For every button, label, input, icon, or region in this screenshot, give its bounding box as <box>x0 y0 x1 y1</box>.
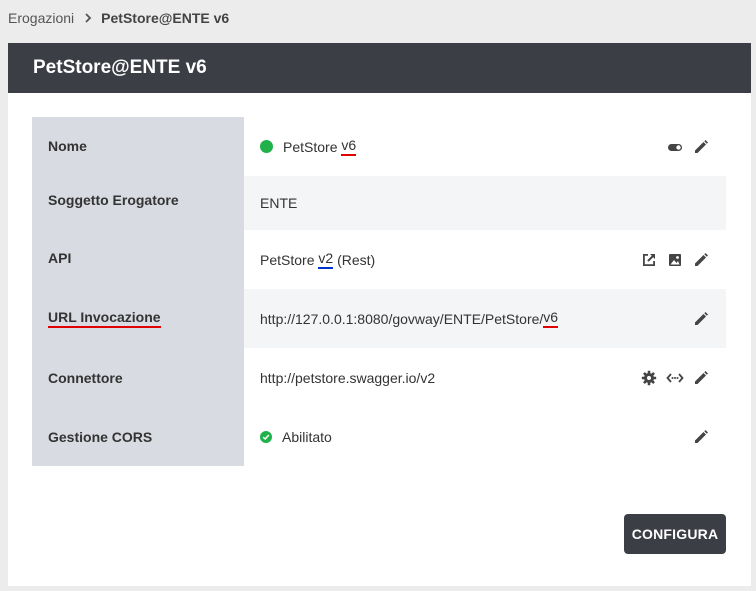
label-url: URL Invocazione <box>32 289 244 348</box>
toggle-icon[interactable] <box>666 138 684 156</box>
service-name: PetStore <box>283 138 338 155</box>
breadcrumb-current: PetStore@ENTE v6 <box>101 10 230 26</box>
chevron-right-icon <box>84 13 92 23</box>
details-table: Nome PetStore v6 Soggetto Erogatore ENTE… <box>32 117 726 466</box>
soggetto-value: ENTE <box>260 195 298 211</box>
value-url: http://127.0.0.1:8080/govway/ENTE/PetSto… <box>244 289 726 348</box>
connettore-value: http://petstore.swagger.io/v2 <box>260 369 436 386</box>
detail-card: PetStore@ENTE v6 Nome PetStore v6 Sogget… <box>8 43 751 586</box>
label-nome: Nome <box>32 117 244 176</box>
row-cors: Gestione CORS Abilitato <box>32 407 726 466</box>
url-prefix: http://127.0.0.1:8080/govway/ENTE/PetSto… <box>260 310 544 327</box>
label-url-text: URL Invocazione <box>48 309 161 328</box>
label-soggetto: Soggetto Erogatore <box>32 176 244 230</box>
edit-icon[interactable] <box>692 369 710 387</box>
api-type: (Rest) <box>337 251 376 268</box>
api-name: PetStore <box>260 251 315 268</box>
breadcrumb: Erogazioni PetStore@ENTE v6 <box>8 8 229 28</box>
page-title: PetStore@ENTE v6 <box>8 43 751 93</box>
api-version: v2 <box>318 250 334 269</box>
url-version: v6 <box>543 309 559 328</box>
label-api: API <box>32 230 244 289</box>
row-nome: Nome PetStore v6 <box>32 117 726 176</box>
edit-icon[interactable] <box>692 428 710 446</box>
code-icon[interactable] <box>666 369 684 387</box>
row-url: URL Invocazione http://127.0.0.1:8080/go… <box>32 289 726 348</box>
edit-icon[interactable] <box>692 251 710 269</box>
value-soggetto: ENTE <box>244 176 726 230</box>
label-connettore: Connettore <box>32 348 244 407</box>
check-circle-icon <box>260 430 272 443</box>
row-soggetto: Soggetto Erogatore ENTE <box>32 176 726 230</box>
cors-status: Abilitato <box>282 428 332 445</box>
open-external-icon[interactable] <box>640 251 658 269</box>
label-cors: Gestione CORS <box>32 407 244 466</box>
configura-button[interactable]: CONFIGURA <box>624 514 726 554</box>
row-connettore: Connettore http://petstore.swagger.io/v2 <box>32 348 726 407</box>
breadcrumb-erogazioni[interactable]: Erogazioni <box>8 10 74 26</box>
value-connettore: http://petstore.swagger.io/v2 <box>244 348 726 407</box>
value-api: PetStore v2 (Rest) <box>244 230 726 289</box>
status-dot <box>260 140 273 153</box>
edit-icon[interactable] <box>692 138 710 156</box>
image-icon[interactable] <box>666 251 684 269</box>
edit-icon[interactable] <box>692 310 710 328</box>
gear-icon[interactable] <box>640 369 658 387</box>
value-cors: Abilitato <box>244 407 726 466</box>
value-nome: PetStore v6 <box>244 117 726 176</box>
service-version: v6 <box>341 137 357 156</box>
row-api: API PetStore v2 (Rest) <box>32 230 726 289</box>
